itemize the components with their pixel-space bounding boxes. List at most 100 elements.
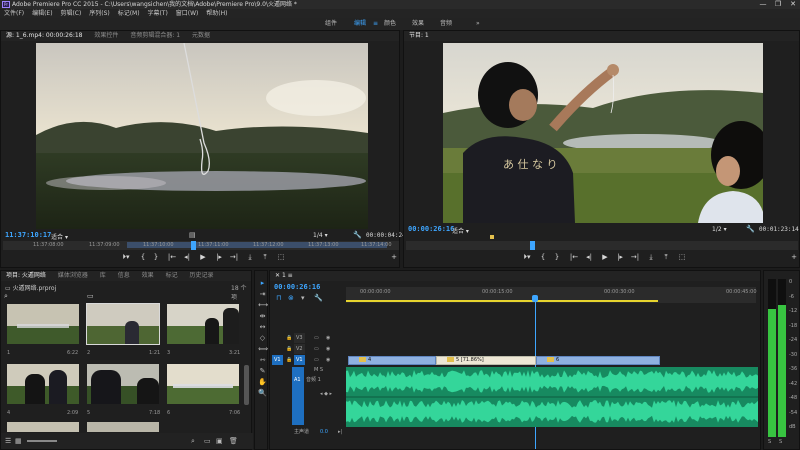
- slip-tool[interactable]: ⟺: [258, 345, 268, 353]
- minimize-button[interactable]: —: [756, 0, 770, 9]
- search-bin-icon[interactable]: ⌕: [191, 433, 195, 449]
- menu-sequence[interactable]: 序列(S): [89, 9, 110, 18]
- clip-v1-4[interactable]: 4: [348, 356, 436, 365]
- program-fit-dropdown[interactable]: 适合 ▾: [452, 226, 469, 235]
- tab-media-browser[interactable]: 媒体浏览器: [53, 271, 93, 281]
- track-header-v1[interactable]: V1 🔒 V1 ▭ ◉: [270, 355, 346, 365]
- list-view-icon[interactable]: ☰: [5, 433, 11, 449]
- program-timecode[interactable]: 00:00:26:16: [408, 225, 454, 233]
- hand-tool[interactable]: ✋: [258, 378, 267, 386]
- program-video-frame[interactable]: あ 仕 な り: [443, 43, 763, 223]
- add-marker-icon[interactable]: ▾: [301, 294, 305, 302]
- step-back-button[interactable]: ◂|: [182, 253, 192, 261]
- button-editor-plus[interactable]: +: [389, 253, 399, 261]
- timeline-timecode[interactable]: 00:00:26:16: [274, 283, 320, 291]
- insert-button[interactable]: ⤓: [245, 253, 255, 262]
- tab-libraries[interactable]: 库: [95, 271, 111, 281]
- overwrite-button[interactable]: ⤒: [260, 253, 270, 262]
- timeline-ruler[interactable]: 00:00:00:00 00:00:15:00 00:00:30:00 00:0…: [346, 287, 757, 303]
- tab-markers[interactable]: 标记: [161, 271, 183, 281]
- tab-audio-clip-mixer[interactable]: 音频剪辑混合器: 1: [125, 31, 185, 41]
- menu-file[interactable]: 文件(F): [4, 9, 24, 18]
- new-bin-icon[interactable]: ▭: [204, 433, 211, 449]
- step-forward-button[interactable]: |▸: [214, 253, 224, 261]
- go-to-in-button[interactable]: |←: [167, 253, 177, 261]
- project-thumbnail-1[interactable]: [7, 304, 79, 344]
- eye-icon[interactable]: ◉: [326, 344, 330, 354]
- export-frame-button[interactable]: ⬚: [677, 253, 687, 261]
- tab-effects[interactable]: 效果: [137, 271, 159, 281]
- tab-effect-controls[interactable]: 效果控件: [89, 31, 123, 41]
- close-button[interactable]: ✕: [786, 0, 800, 9]
- workspace-assembly[interactable]: 组件: [325, 18, 337, 30]
- button-editor-plus[interactable]: +: [789, 253, 799, 261]
- track-select-tool[interactable]: ⇥: [258, 290, 267, 298]
- menu-help[interactable]: 帮助(H): [206, 9, 227, 18]
- track-header-a1[interactable]: A1 音频 1: [292, 375, 346, 385]
- menu-edit[interactable]: 编辑(E): [32, 9, 52, 18]
- program-time-ruler[interactable]: [406, 241, 798, 250]
- rolling-edit-tool[interactable]: ⇹: [258, 312, 267, 320]
- selection-tool[interactable]: ▸: [258, 279, 267, 287]
- audio-waveform-a1[interactable]: [346, 367, 758, 427]
- track-header-v3[interactable]: 🔒 V3 ▭ ◉: [270, 333, 346, 343]
- program-scale-dropdown[interactable]: 1/2 ▾: [712, 226, 727, 233]
- tab-sequence[interactable]: ✕ 1 ≡: [270, 271, 298, 281]
- go-to-out-button[interactable]: →|: [630, 253, 640, 261]
- master-track-header[interactable]: 主声道 0.0 ▸|: [270, 427, 346, 437]
- track-header-v2[interactable]: 🔒 V2 ▭ ◉: [270, 344, 346, 354]
- step-forward-button[interactable]: |▸: [615, 253, 625, 261]
- lock-icon[interactable]: 🔒: [286, 344, 292, 354]
- new-bin-icon[interactable]: ▭: [87, 292, 94, 300]
- slide-tool[interactable]: ⇿: [258, 356, 267, 364]
- workspace-audio[interactable]: 音频: [440, 18, 452, 30]
- source-video-frame[interactable]: [36, 43, 368, 229]
- clip-v1-6[interactable]: 6: [536, 356, 660, 365]
- sync-lock-icon[interactable]: ▭: [314, 344, 319, 354]
- track-label-v2[interactable]: V2: [294, 344, 305, 354]
- wrench-icon[interactable]: 🔧: [353, 231, 362, 239]
- mark-in-button[interactable]: {: [138, 253, 148, 261]
- work-area-bar[interactable]: [346, 300, 658, 302]
- keyframe-nav[interactable]: ◂ ◆ ▸: [320, 391, 332, 397]
- play-button[interactable]: ▶: [198, 253, 208, 261]
- project-thumbnail-2[interactable]: [86, 303, 160, 345]
- solo-left-button[interactable]: S: [768, 439, 771, 445]
- workspace-color[interactable]: 颜色: [384, 18, 396, 30]
- timeline-settings-icon[interactable]: 🔧: [314, 294, 323, 302]
- export-frame-button[interactable]: ⬚: [276, 253, 286, 261]
- tab-history[interactable]: 历史记录: [185, 271, 219, 281]
- track-label-v1[interactable]: V1: [294, 355, 305, 365]
- play-button[interactable]: ▶: [600, 253, 610, 261]
- track-label-v3[interactable]: V3: [294, 333, 305, 343]
- icon-view-icon[interactable]: ▦: [15, 433, 22, 449]
- razor-tool[interactable]: ◇: [258, 334, 267, 342]
- mark-out-button[interactable]: }: [552, 253, 562, 261]
- source-scale-dropdown[interactable]: 1/4 ▾: [313, 232, 328, 239]
- project-scrollbar[interactable]: [244, 365, 249, 405]
- workspace-overflow-icon[interactable]: »: [476, 18, 480, 30]
- pen-tool[interactable]: ✎: [258, 367, 267, 375]
- solo-right-button[interactable]: S: [779, 439, 782, 445]
- workspace-effects[interactable]: 效果: [412, 18, 424, 30]
- tab-program[interactable]: 节目: 1: [404, 31, 434, 41]
- sync-lock-icon[interactable]: ▭: [314, 355, 319, 365]
- add-marker-button[interactable]: ⏵▾: [121, 253, 131, 262]
- menu-title[interactable]: 字幕(T): [147, 9, 167, 18]
- zoom-tool[interactable]: 🔍: [258, 389, 267, 397]
- tab-project[interactable]: 项目: 火遁网络: [1, 271, 51, 281]
- clip-v1-5[interactable]: 5 [71.86%]: [436, 356, 536, 365]
- go-to-in-button[interactable]: |←: [569, 253, 579, 261]
- extract-button[interactable]: ⤒: [661, 253, 671, 262]
- source-playhead[interactable]: [191, 241, 196, 250]
- lift-button[interactable]: ⤓: [646, 253, 656, 262]
- mute-solo-buttons[interactable]: M S: [314, 367, 323, 373]
- project-thumbnail-8[interactable]: [87, 422, 159, 432]
- sync-lock-icon[interactable]: ▭: [314, 333, 319, 343]
- tab-metadata[interactable]: 元数据: [187, 31, 215, 41]
- menu-window[interactable]: 窗口(W): [176, 9, 199, 18]
- tab-info[interactable]: 信息: [113, 271, 135, 281]
- go-to-out-button[interactable]: →|: [229, 253, 239, 261]
- master-value[interactable]: 0.0: [320, 427, 328, 437]
- eye-icon[interactable]: ◉: [326, 333, 330, 343]
